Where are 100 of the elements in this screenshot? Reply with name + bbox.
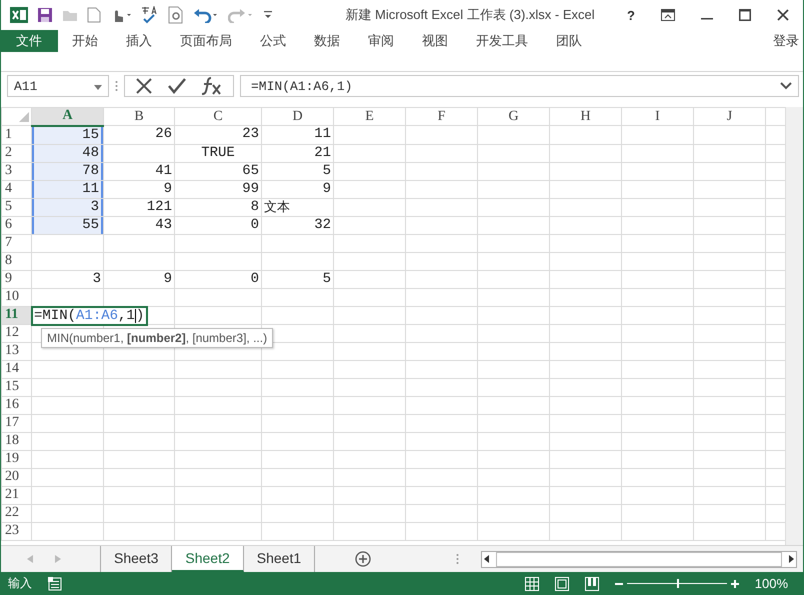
more-icon xyxy=(456,553,459,565)
zoom-level[interactable]: 100% xyxy=(754,576,796,591)
table-cell-text: 99 xyxy=(241,180,260,198)
table-cell-text: 121 xyxy=(146,198,173,216)
row-header[interactable]: 8 xyxy=(2,252,32,270)
column-header[interactable]: J xyxy=(694,108,766,126)
table-cell-text: 5 xyxy=(322,162,332,180)
ribbon-tab[interactable]: 开发工具 xyxy=(462,30,542,52)
column-header[interactable]: D xyxy=(262,108,334,126)
print-preview-icon[interactable] xyxy=(168,6,184,24)
name-box[interactable]: A11 xyxy=(7,75,109,97)
table-cell-text: 65 xyxy=(241,162,260,180)
sheet-tab[interactable]: Sheet2 xyxy=(172,546,244,572)
ribbon-tab[interactable]: 团队 xyxy=(542,30,596,52)
row-header[interactable]: 23 xyxy=(2,522,32,540)
normal-view-icon[interactable] xyxy=(524,576,539,590)
zoom-in-icon[interactable] xyxy=(730,580,739,588)
save-icon[interactable] xyxy=(37,7,53,23)
table-cell: 3 xyxy=(32,198,103,216)
excel-logo-icon[interactable] xyxy=(10,7,28,23)
ribbon-display-icon[interactable] xyxy=(661,9,675,21)
add-sheet-icon[interactable] xyxy=(355,551,372,567)
row-header[interactable]: 21 xyxy=(2,486,32,504)
ribbon-tab[interactable]: 公式 xyxy=(246,30,300,52)
column-header[interactable]: A xyxy=(32,108,104,126)
row-header[interactable]: 1 xyxy=(2,126,32,144)
column-header[interactable]: E xyxy=(334,108,406,126)
page-break-icon[interactable] xyxy=(584,576,599,590)
table-cell-text: 0 xyxy=(250,216,260,234)
row-header[interactable]: 15 xyxy=(2,378,32,396)
table-cell-text: 0 xyxy=(250,270,260,288)
zoom-slider-thumb[interactable] xyxy=(676,579,679,588)
undo-icon[interactable] xyxy=(193,7,219,23)
column-header[interactable]: B xyxy=(104,108,174,126)
macro-record-icon[interactable] xyxy=(48,576,62,590)
row-header[interactable]: 9 xyxy=(2,270,32,288)
ribbon-tab[interactable]: 审阅 xyxy=(354,30,408,52)
formula-field[interactable]: =MIN(A1:A6,1) xyxy=(240,75,799,97)
table-cell: 15 xyxy=(32,126,103,144)
more-icon xyxy=(115,80,118,92)
row-header[interactable]: 2 xyxy=(2,144,32,162)
column-header[interactable]: G xyxy=(478,108,550,126)
cell-editor[interactable]: =MIN(A1:A6,1) xyxy=(31,306,148,326)
ribbon-tab[interactable]: 视图 xyxy=(408,30,462,52)
scrollbar-thumb[interactable] xyxy=(496,552,782,566)
row-header[interactable]: 14 xyxy=(2,360,32,378)
window-title: 新建 Microsoft Excel 工作表 (3).xlsx - Excel xyxy=(344,6,596,24)
row-header[interactable]: 22 xyxy=(2,504,32,522)
row-header[interactable]: 11 xyxy=(2,306,32,324)
table-cell-text: TRUE xyxy=(200,144,236,162)
column-header[interactable]: C xyxy=(174,108,262,126)
table-cell-text: 9 xyxy=(162,180,173,198)
column-header[interactable]: I xyxy=(622,108,694,126)
table-cell-text: 41 xyxy=(154,162,173,180)
table-cell-text: 43 xyxy=(154,216,173,234)
column-header[interactable]: F xyxy=(406,108,478,126)
status-mode: 输入 xyxy=(8,575,32,592)
sign-in-link[interactable]: 登录 xyxy=(773,30,803,50)
row-header[interactable]: 6 xyxy=(2,216,32,234)
file-tab[interactable]: 文件 xyxy=(0,30,58,52)
row-header[interactable]: 19 xyxy=(2,450,32,468)
table-cell: 11 xyxy=(32,180,103,198)
table-cell-text: 9 xyxy=(322,180,332,198)
ribbon-tab[interactable]: 页面布局 xyxy=(166,30,246,52)
row-header[interactable]: 7 xyxy=(2,234,32,252)
row-header[interactable]: 10 xyxy=(2,288,32,306)
cancel-icon[interactable] xyxy=(135,77,153,95)
vertical-scrollbar[interactable] xyxy=(785,107,803,545)
spelling-icon[interactable] xyxy=(141,6,159,24)
help-button[interactable]: ? xyxy=(627,8,635,22)
scroll-left-arrow-icon[interactable] xyxy=(482,553,492,565)
row-header[interactable]: 5 xyxy=(2,198,32,216)
row-header[interactable]: 20 xyxy=(2,468,32,486)
page-layout-icon[interactable] xyxy=(554,576,569,590)
row-header[interactable]: 17 xyxy=(2,414,32,432)
table-cell-text: 9 xyxy=(162,270,173,288)
table-cell: 78 xyxy=(32,162,103,180)
document-icon[interactable] xyxy=(87,7,101,23)
enter-icon[interactable] xyxy=(167,77,187,95)
table-cell-text: 8 xyxy=(250,198,260,216)
expand-icon[interactable] xyxy=(780,82,792,90)
ribbon-tab[interactable]: 数据 xyxy=(300,30,354,52)
row-header[interactable]: 12 xyxy=(2,324,32,342)
scroll-right-arrow-icon[interactable] xyxy=(786,553,796,565)
row-header[interactable]: 4 xyxy=(2,180,32,198)
insert-function-icon[interactable] xyxy=(201,76,223,96)
column-header[interactable]: H xyxy=(550,108,622,126)
table-cell: 55 xyxy=(32,216,103,234)
row-header[interactable]: 18 xyxy=(2,432,32,450)
row-header[interactable]: 16 xyxy=(2,396,32,414)
table-cell-text: 3 xyxy=(92,270,102,288)
ribbon-tab[interactable]: 插入 xyxy=(112,30,166,52)
customize-icon[interactable] xyxy=(263,9,273,21)
ribbon-tab[interactable]: 开始 xyxy=(58,30,112,52)
maximize-icon[interactable] xyxy=(739,9,751,21)
row-header[interactable]: 13 xyxy=(2,342,32,360)
close-icon[interactable] xyxy=(777,9,789,21)
table-cell-text: 23 xyxy=(241,126,260,144)
row-header[interactable]: 3 xyxy=(2,162,32,180)
dropdown-icon[interactable] xyxy=(94,84,102,90)
